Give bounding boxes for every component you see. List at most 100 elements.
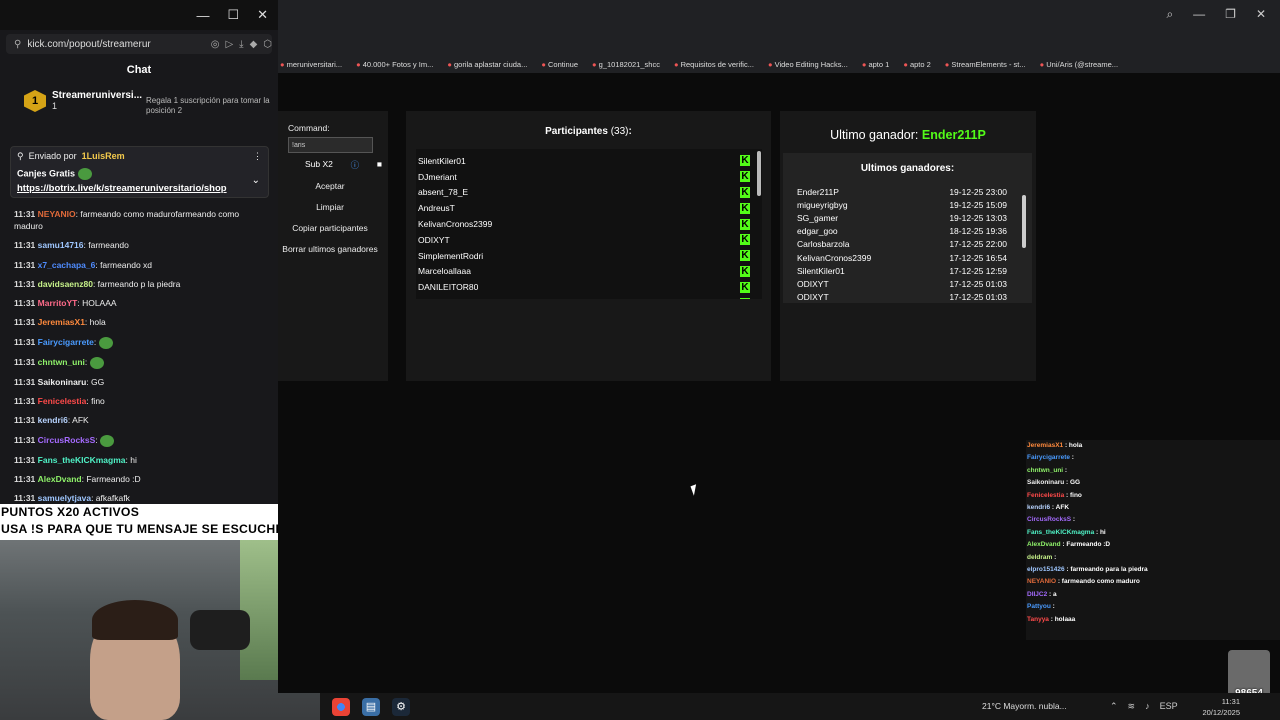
cube-icon[interactable]: ⬡	[263, 39, 272, 50]
participant-row[interactable]: AndreusT K	[418, 200, 762, 216]
gift-prompt[interactable]: Regala 1 suscripción para tomar la posic…	[146, 96, 276, 116]
site-info-icon[interactable]: ⚲	[14, 39, 21, 50]
steam-icon[interactable]: ⚙	[392, 697, 410, 716]
bookmark-item[interactable]: 40.000+ Fotos y Im...	[356, 60, 434, 69]
browser-address-bar[interactable]	[278, 32, 1280, 50]
bookmark-item[interactable]: apto 2	[903, 60, 931, 69]
sub-x2-checkbox[interactable]: ■	[377, 159, 382, 171]
close-icon[interactable]: ✕	[257, 7, 268, 23]
bookmark-item[interactable]: apto 1	[862, 60, 889, 69]
clear-winners-button[interactable]: Borrar ultimos ganadores	[278, 243, 382, 255]
bookmark-item[interactable]: Video Editing Hacks...	[768, 60, 848, 69]
message-user[interactable]: samuelytjava	[38, 493, 91, 503]
overlay-text: : fino	[1064, 491, 1082, 499]
participants-panel: Participantes (33): SilentKiler01 K DJmeri…	[406, 111, 771, 381]
message-user[interactable]: AlexDvand	[38, 474, 82, 484]
message-user[interactable]: JeremiasX1	[38, 317, 85, 327]
sub-x2-label: Sub X2	[305, 159, 333, 169]
participant-row[interactable]: DJmeriant K	[418, 169, 762, 185]
message-time: 11:31	[14, 493, 36, 504]
bookmark-item[interactable]: Continue	[541, 60, 578, 69]
participant-row[interactable]: SimplementRodri K	[418, 248, 762, 264]
bookmark-item[interactable]: gorila aplastar ciuda...	[447, 60, 527, 69]
message-user[interactable]: x7_cachapa_6	[38, 260, 96, 270]
message-user[interactable]: Fans_theKICKmagma	[38, 455, 126, 465]
message-user[interactable]: Fenicelestia	[38, 396, 87, 406]
minimize-icon[interactable]: —	[1193, 7, 1205, 21]
participant-row[interactable]: ODIXYT K	[418, 232, 762, 248]
winners-scrollbar[interactable]	[1022, 195, 1026, 248]
kick-icon: K	[740, 234, 750, 246]
kick-icon: K	[740, 250, 750, 262]
accept-button[interactable]: Aceptar	[278, 180, 382, 192]
message-time: 11:31	[14, 376, 36, 387]
message-text: farmeando	[88, 240, 129, 251]
bookmark-item[interactable]: StreamElements - st...	[945, 60, 1025, 69]
maximize-icon[interactable]: ☐	[227, 7, 239, 23]
participant-row[interactable]: SilentKiler01 K	[418, 153, 762, 169]
participant-name: SilentKiler01	[418, 155, 466, 166]
participant-row[interactable]: KelivanCronos2399 K	[418, 216, 762, 232]
message-user[interactable]: Saikoninaru	[38, 377, 87, 387]
download-icon[interactable]: ⤓	[239, 39, 243, 50]
shield-icon[interactable]: ◎	[211, 39, 220, 50]
unpin-icon[interactable]: ⋮	[253, 151, 262, 162]
chevron-up-icon[interactable]: ⌃	[1110, 701, 1118, 712]
overlay-message: elpro151426 : farmeando para la piedra	[1026, 564, 1280, 576]
bookmark-item[interactable]: Requisitos de verific...	[674, 60, 754, 69]
pinned-message[interactable]: ⚲ Enviado por 1LuisRem ⋮ Canjes Gratis h…	[10, 146, 269, 198]
minimize-icon[interactable]: —	[196, 8, 209, 23]
participant-row[interactable]: Marceloallaaa K	[418, 264, 762, 280]
winner-row: edgar_goo 18-12-25 19:36	[797, 225, 1007, 238]
weather-widget[interactable]: 21°C Mayorm. nubla...	[982, 701, 1067, 711]
copy-participants-button[interactable]: Copiar participantes	[278, 222, 382, 234]
message-user[interactable]: Fairycigarrete	[38, 337, 94, 347]
message-user[interactable]: samu14716	[38, 240, 84, 250]
volume-icon[interactable]: ♪	[1145, 701, 1150, 712]
participants-scrollbar[interactable]	[757, 151, 761, 196]
sub-x2-toggle[interactable]: Sub X2 ⓘ ■	[278, 159, 388, 171]
clear-button[interactable]: Limpiar	[278, 201, 382, 213]
participant-row[interactable]: DANILEITOR80 K	[418, 279, 762, 295]
command-input[interactable]	[288, 137, 373, 153]
message-user[interactable]: kendri6	[38, 415, 68, 425]
clock[interactable]: 11:31 20/12/2025	[1200, 696, 1240, 718]
overlay-text: : farmeando para la piedra	[1064, 566, 1148, 574]
bookmark-item[interactable]: Uni/Aris (@streame...	[1040, 60, 1118, 69]
chat-url-text[interactable]: kick.com/popout/streamerur	[27, 39, 204, 50]
overlay-message: Fenicelestia : fino	[1026, 490, 1280, 502]
overlay-text: : hi	[1094, 528, 1106, 536]
participant-row[interactable]: Giatvy K	[418, 295, 762, 299]
chat-url-bar[interactable]: ⚲ kick.com/popout/streamerur ◎ ▷ ⤓ ◆ ⬡	[6, 34, 272, 54]
message-text: hi	[130, 454, 137, 465]
file-explorer-icon[interactable]: ▤	[362, 697, 380, 716]
system-tray[interactable]: ⌃ ≋ ♪ ESP	[1110, 701, 1178, 712]
participant-name: SimplementRodri	[418, 250, 484, 261]
message-user[interactable]: CircusRocksS	[38, 435, 96, 445]
winner-date: 17-12-25 01:03	[949, 292, 1007, 303]
chrome-icon[interactable]	[332, 697, 350, 716]
close-icon[interactable]: ✕	[1256, 7, 1266, 21]
info-icon[interactable]: ⓘ	[351, 159, 360, 171]
play-icon[interactable]: ▷	[225, 39, 233, 50]
extension-icon[interactable]: ◆	[250, 39, 258, 50]
wifi-icon[interactable]: ≋	[1128, 701, 1136, 712]
bookmark-item[interactable]: g_10182021_shcc	[592, 60, 660, 69]
pinned-link[interactable]: https://botrix.live/k/streameruniversita…	[17, 183, 262, 194]
overlay-message: Pattyou :	[1026, 601, 1280, 613]
language-indicator[interactable]: ESP	[1160, 701, 1178, 712]
message-time: 11:31	[14, 396, 36, 407]
search-icon[interactable]: ⌕	[1166, 7, 1173, 22]
message-user[interactable]: MarritoYT	[38, 298, 78, 308]
message-user[interactable]: davidsaenz80	[38, 279, 93, 289]
restore-icon[interactable]: ❐	[1225, 7, 1236, 21]
bookmark-item[interactable]: meruniversitari...	[280, 60, 342, 69]
chevron-down-icon[interactable]: ⌄	[252, 175, 260, 186]
leaderboard-top[interactable]: 1 Streameruniversi... 1	[24, 90, 142, 112]
message-user[interactable]: NEYANIO	[38, 209, 76, 219]
participants-list[interactable]: SilentKiler01 K DJmeriant Kabsent_78_E K Andr…	[416, 149, 762, 299]
participant-row[interactable]: absent_78_E K	[418, 185, 762, 201]
pinned-user[interactable]: 1LuisRem	[82, 151, 125, 162]
message-user[interactable]: chntwn_uni	[38, 357, 85, 367]
screen: — ☐ ✕ ⚲ kick.com/popout/streamerur ◎ ▷ ⤓…	[0, 0, 1280, 720]
